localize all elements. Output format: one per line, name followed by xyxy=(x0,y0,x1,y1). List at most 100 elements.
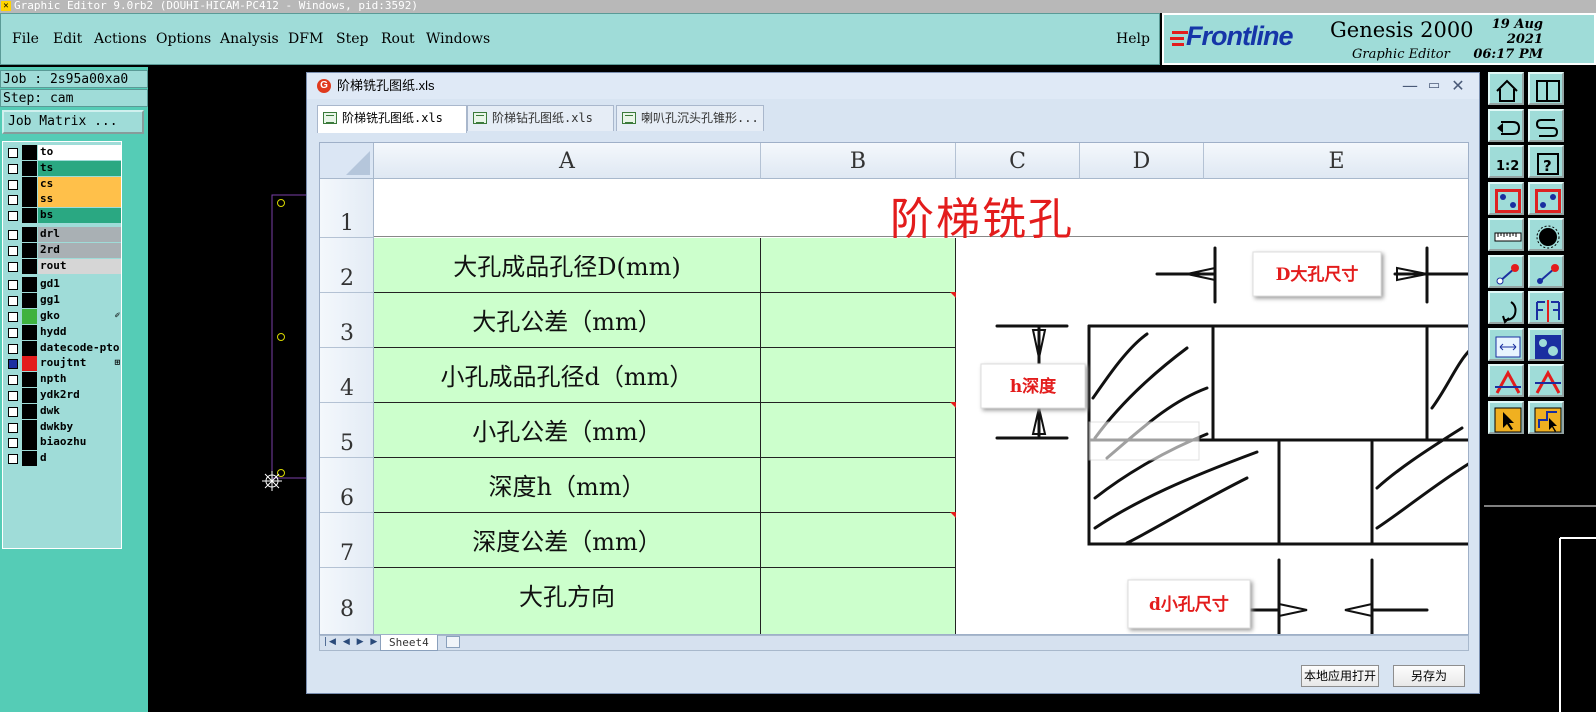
cell-b4[interactable] xyxy=(761,348,956,403)
minimize-icon[interactable]: — xyxy=(1399,76,1421,96)
pad-button[interactable] xyxy=(1528,218,1564,251)
layer-color-swatch[interactable] xyxy=(22,403,37,419)
layer-color-swatch[interactable] xyxy=(22,192,37,208)
layer-color-swatch[interactable] xyxy=(22,227,37,242)
layer-color-swatch[interactable] xyxy=(22,419,37,435)
layer-name[interactable]: ts xyxy=(38,160,121,176)
layer-name[interactable]: datecode-pto xyxy=(38,340,121,356)
layer-checkbox[interactable] xyxy=(8,406,18,417)
layer-color-swatch[interactable] xyxy=(22,340,37,356)
cell-b2[interactable] xyxy=(761,238,956,293)
measure-button[interactable] xyxy=(1488,327,1524,361)
layer-name[interactable]: ss xyxy=(38,192,121,208)
job-matrix-button[interactable]: Job Matrix ... xyxy=(2,110,144,134)
layer-checkbox[interactable] xyxy=(8,454,18,465)
layer-checkbox[interactable] xyxy=(8,375,18,386)
layer-checkbox[interactable] xyxy=(8,163,18,174)
cell-a3[interactable]: 大孔公差（mm） xyxy=(374,293,761,348)
cell-a8[interactable]: 大孔方向 xyxy=(374,568,761,634)
menu-help[interactable]: Help xyxy=(1116,31,1150,47)
route-button[interactable] xyxy=(1528,327,1564,361)
triangle-red-alt-button[interactable] xyxy=(1528,364,1564,397)
sheet-nav-arrows-icon[interactable]: |◀ ◀ ▶ ▶| xyxy=(324,637,384,647)
menu-analysis[interactable]: Analysis xyxy=(220,31,279,47)
layer-color-swatch[interactable] xyxy=(22,160,37,176)
layer-color-swatch[interactable] xyxy=(22,208,37,224)
layer-color-swatch[interactable] xyxy=(22,435,37,451)
menu-rout[interactable]: Rout xyxy=(381,31,415,47)
cell-a5[interactable]: 小孔公差（mm） xyxy=(374,403,761,458)
layer-row-npth[interactable]: npth xyxy=(4,372,122,388)
menu-edit[interactable]: Edit xyxy=(53,31,82,47)
layer-row-rout[interactable]: rout xyxy=(4,258,122,274)
select-pointer-button[interactable] xyxy=(1488,400,1524,434)
layer-row-ydk2rd[interactable]: ydk2rd xyxy=(4,388,122,403)
layer-color-swatch[interactable] xyxy=(22,356,37,372)
layer-checkbox[interactable] xyxy=(8,391,18,401)
layer-name[interactable]: rout xyxy=(38,258,121,274)
mirror-button[interactable] xyxy=(1528,291,1564,324)
layer-color-swatch[interactable] xyxy=(22,176,37,192)
menu-actions[interactable]: Actions xyxy=(94,31,147,47)
row-header-2[interactable]: 2 xyxy=(320,238,374,293)
layer-checkbox[interactable] xyxy=(8,195,18,206)
layer-row-datecode-pto[interactable]: datecode-pto xyxy=(4,340,122,356)
select-region-button[interactable] xyxy=(1528,400,1564,434)
layer-stack-alt-button[interactable] xyxy=(1528,181,1564,215)
layer-name[interactable]: drl xyxy=(38,227,121,242)
ruler-button[interactable] xyxy=(1488,218,1524,251)
layer-row-gd1[interactable]: gd1 xyxy=(4,277,122,293)
tab-file-3[interactable]: 喇叭孔沉头孔锥形... xyxy=(616,105,764,131)
column-header-a[interactable]: A xyxy=(374,143,761,179)
layer-checkbox[interactable] xyxy=(8,261,18,272)
tab-file-2[interactable]: 阶梯钻孔图纸.xls xyxy=(467,105,614,131)
layer-row-gko[interactable]: gko ✐ xyxy=(4,309,122,324)
layer-color-swatch[interactable] xyxy=(22,277,37,293)
cell-b8[interactable] xyxy=(761,568,956,634)
layer-name[interactable]: gg1 xyxy=(38,293,121,309)
tab-file-1[interactable]: 阶梯铣孔图纸.xls xyxy=(317,105,467,133)
layer-name[interactable]: roujtnt ⊞ xyxy=(38,356,121,372)
layer-name[interactable]: dwk xyxy=(38,403,121,419)
layer-row-dwkby[interactable]: dwkby xyxy=(4,419,122,435)
menu-step[interactable]: Step xyxy=(336,31,368,47)
cell-a6[interactable]: 深度h（mm） xyxy=(374,458,761,513)
cell-b5[interactable] xyxy=(761,402,956,458)
row-header-5[interactable]: 5 xyxy=(320,403,374,458)
layer-color-swatch[interactable] xyxy=(22,324,37,340)
menu-options[interactable]: Options xyxy=(156,31,211,47)
scale-1to2-button[interactable]: 1:2 xyxy=(1488,145,1524,178)
select-all-corner[interactable] xyxy=(320,143,374,179)
layer-color-swatch[interactable] xyxy=(22,451,37,467)
menu-windows[interactable]: Windows xyxy=(426,31,490,47)
redo-button[interactable] xyxy=(1528,108,1564,142)
maximize-icon[interactable]: ▭ xyxy=(1423,76,1445,96)
menu-file[interactable]: File xyxy=(12,31,39,47)
row-header-1[interactable]: 1 xyxy=(320,179,374,238)
layer-row-ss[interactable]: ss xyxy=(4,192,122,208)
row-header-3[interactable]: 3 xyxy=(320,293,374,348)
layer-checkbox[interactable] xyxy=(8,422,18,433)
cell-a2[interactable]: 大孔成品孔径D(mm) xyxy=(374,238,761,293)
layer-color-swatch[interactable] xyxy=(22,309,37,324)
layer-name[interactable]: gd1 xyxy=(38,277,121,293)
layer-checkbox[interactable] xyxy=(8,312,18,322)
help-button[interactable]: ? xyxy=(1528,145,1564,178)
layer-checkbox[interactable] xyxy=(8,438,18,449)
column-header-b[interactable]: B xyxy=(761,143,956,179)
row-header-8[interactable]: 8 xyxy=(320,568,374,634)
spreadsheet-grid[interactable]: A B C D E 1 2 3 4 5 6 7 8 阶梯铣孔 大孔成品孔径D(m… xyxy=(319,142,1469,635)
layer-checkbox[interactable] xyxy=(8,359,18,370)
column-header-c[interactable]: C xyxy=(956,143,1080,179)
layer-color-swatch[interactable] xyxy=(22,258,37,274)
layer-checkbox[interactable] xyxy=(8,230,18,240)
layer-name[interactable]: d xyxy=(38,451,121,467)
layer-row-d[interactable]: d xyxy=(4,451,122,467)
layer-color-swatch[interactable] xyxy=(22,388,37,403)
cell-a4[interactable]: 小孔成品孔径d（mm） xyxy=(374,348,761,403)
layer-row-dwk[interactable]: dwk xyxy=(4,403,122,419)
layer-name[interactable]: 2rd xyxy=(38,242,121,258)
layer-name[interactable]: gko ✐ xyxy=(38,309,121,324)
layer-checkbox[interactable] xyxy=(8,211,18,222)
layer-color-swatch[interactable] xyxy=(22,293,37,309)
